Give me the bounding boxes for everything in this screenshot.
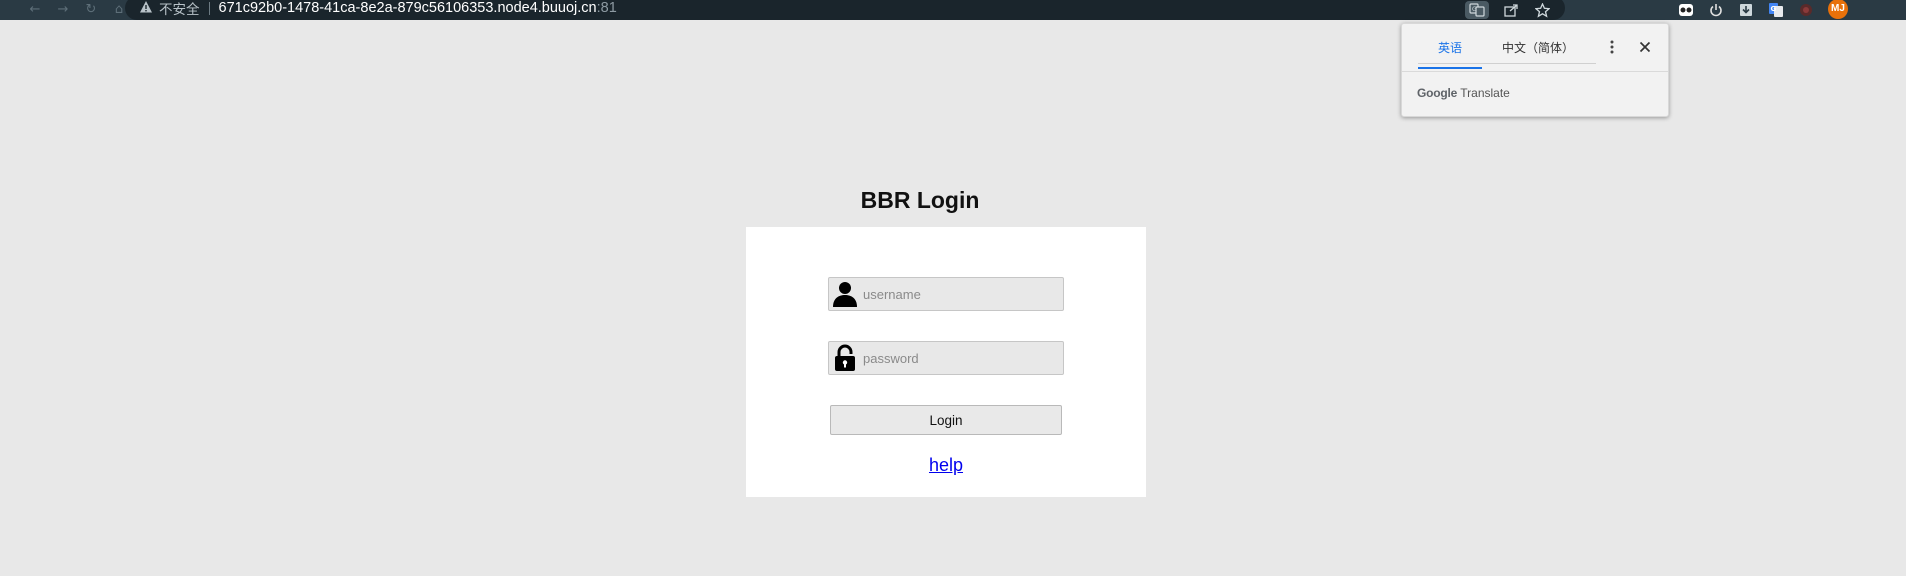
power-icon[interactable] (1708, 2, 1724, 18)
google-translate-brand: Google Translate (1417, 86, 1510, 100)
close-icon[interactable] (1636, 36, 1654, 58)
lock-icon (832, 344, 858, 372)
page-title: BBR Login (860, 187, 980, 213)
address-bar[interactable]: 不安全 671c92b0-1478-41ca-8e2a-879c56106353… (125, 0, 1565, 20)
reload-icon[interactable]: ↻ (84, 3, 98, 17)
password-field[interactable] (828, 341, 1064, 375)
translate-popup: 英语 中文（简体） Google Translate (1401, 23, 1669, 117)
translate-label: Translate (1460, 86, 1510, 100)
home-icon[interactable]: ⌂ (112, 3, 126, 17)
share-icon[interactable] (1502, 2, 1520, 18)
nav-buttons: ← → ↻ ⌂ (28, 0, 126, 20)
password-input[interactable] (861, 342, 1061, 374)
address-bar-actions: G (1465, 0, 1551, 20)
browser-toolbar: ← → ↻ ⌂ 不安全 671c92b0-1478-41ca-8e2a-879c… (0, 0, 1906, 20)
back-icon[interactable]: ← (28, 3, 42, 17)
profile-avatar[interactable]: MJ (1828, 0, 1848, 19)
svg-text:G: G (1472, 6, 1477, 13)
download-icon[interactable] (1738, 2, 1754, 18)
address-separator (208, 1, 210, 15)
google-logo-text: Google (1417, 86, 1458, 100)
translate-icon[interactable]: G (1465, 1, 1489, 19)
user-icon (832, 280, 858, 308)
login-button[interactable]: Login (830, 405, 1062, 435)
username-field[interactable] (828, 277, 1064, 311)
url-host[interactable]: 671c92b0-1478-41ca-8e2a-879c56106353.nod… (219, 0, 597, 16)
extension-red-icon[interactable] (1798, 2, 1814, 18)
warning-icon[interactable] (139, 0, 153, 14)
more-options-icon[interactable] (1604, 36, 1620, 58)
google-translate-icon[interactable]: G (1768, 2, 1784, 18)
popup-divider (1402, 71, 1668, 72)
forward-icon[interactable]: → (56, 3, 70, 17)
username-input[interactable] (861, 278, 1061, 310)
extension-glasses-icon[interactable] (1678, 2, 1694, 18)
help-link[interactable]: help (929, 455, 963, 475)
translate-language-tabs: 英语 中文（简体） (1418, 38, 1596, 69)
tab-chinese-simplified[interactable]: 中文（简体） (1482, 38, 1584, 63)
svg-text:G: G (1771, 5, 1777, 13)
url-port[interactable]: :81 (597, 0, 617, 16)
login-card: Login help (746, 227, 1146, 497)
bookmark-star-icon[interactable] (1533, 2, 1551, 18)
not-secure-label[interactable]: 不安全 (159, 0, 200, 18)
extensions-tray: G MJ (1678, 0, 1848, 20)
tab-english[interactable]: 英语 (1418, 38, 1482, 69)
help-link-container: help (746, 455, 1146, 476)
